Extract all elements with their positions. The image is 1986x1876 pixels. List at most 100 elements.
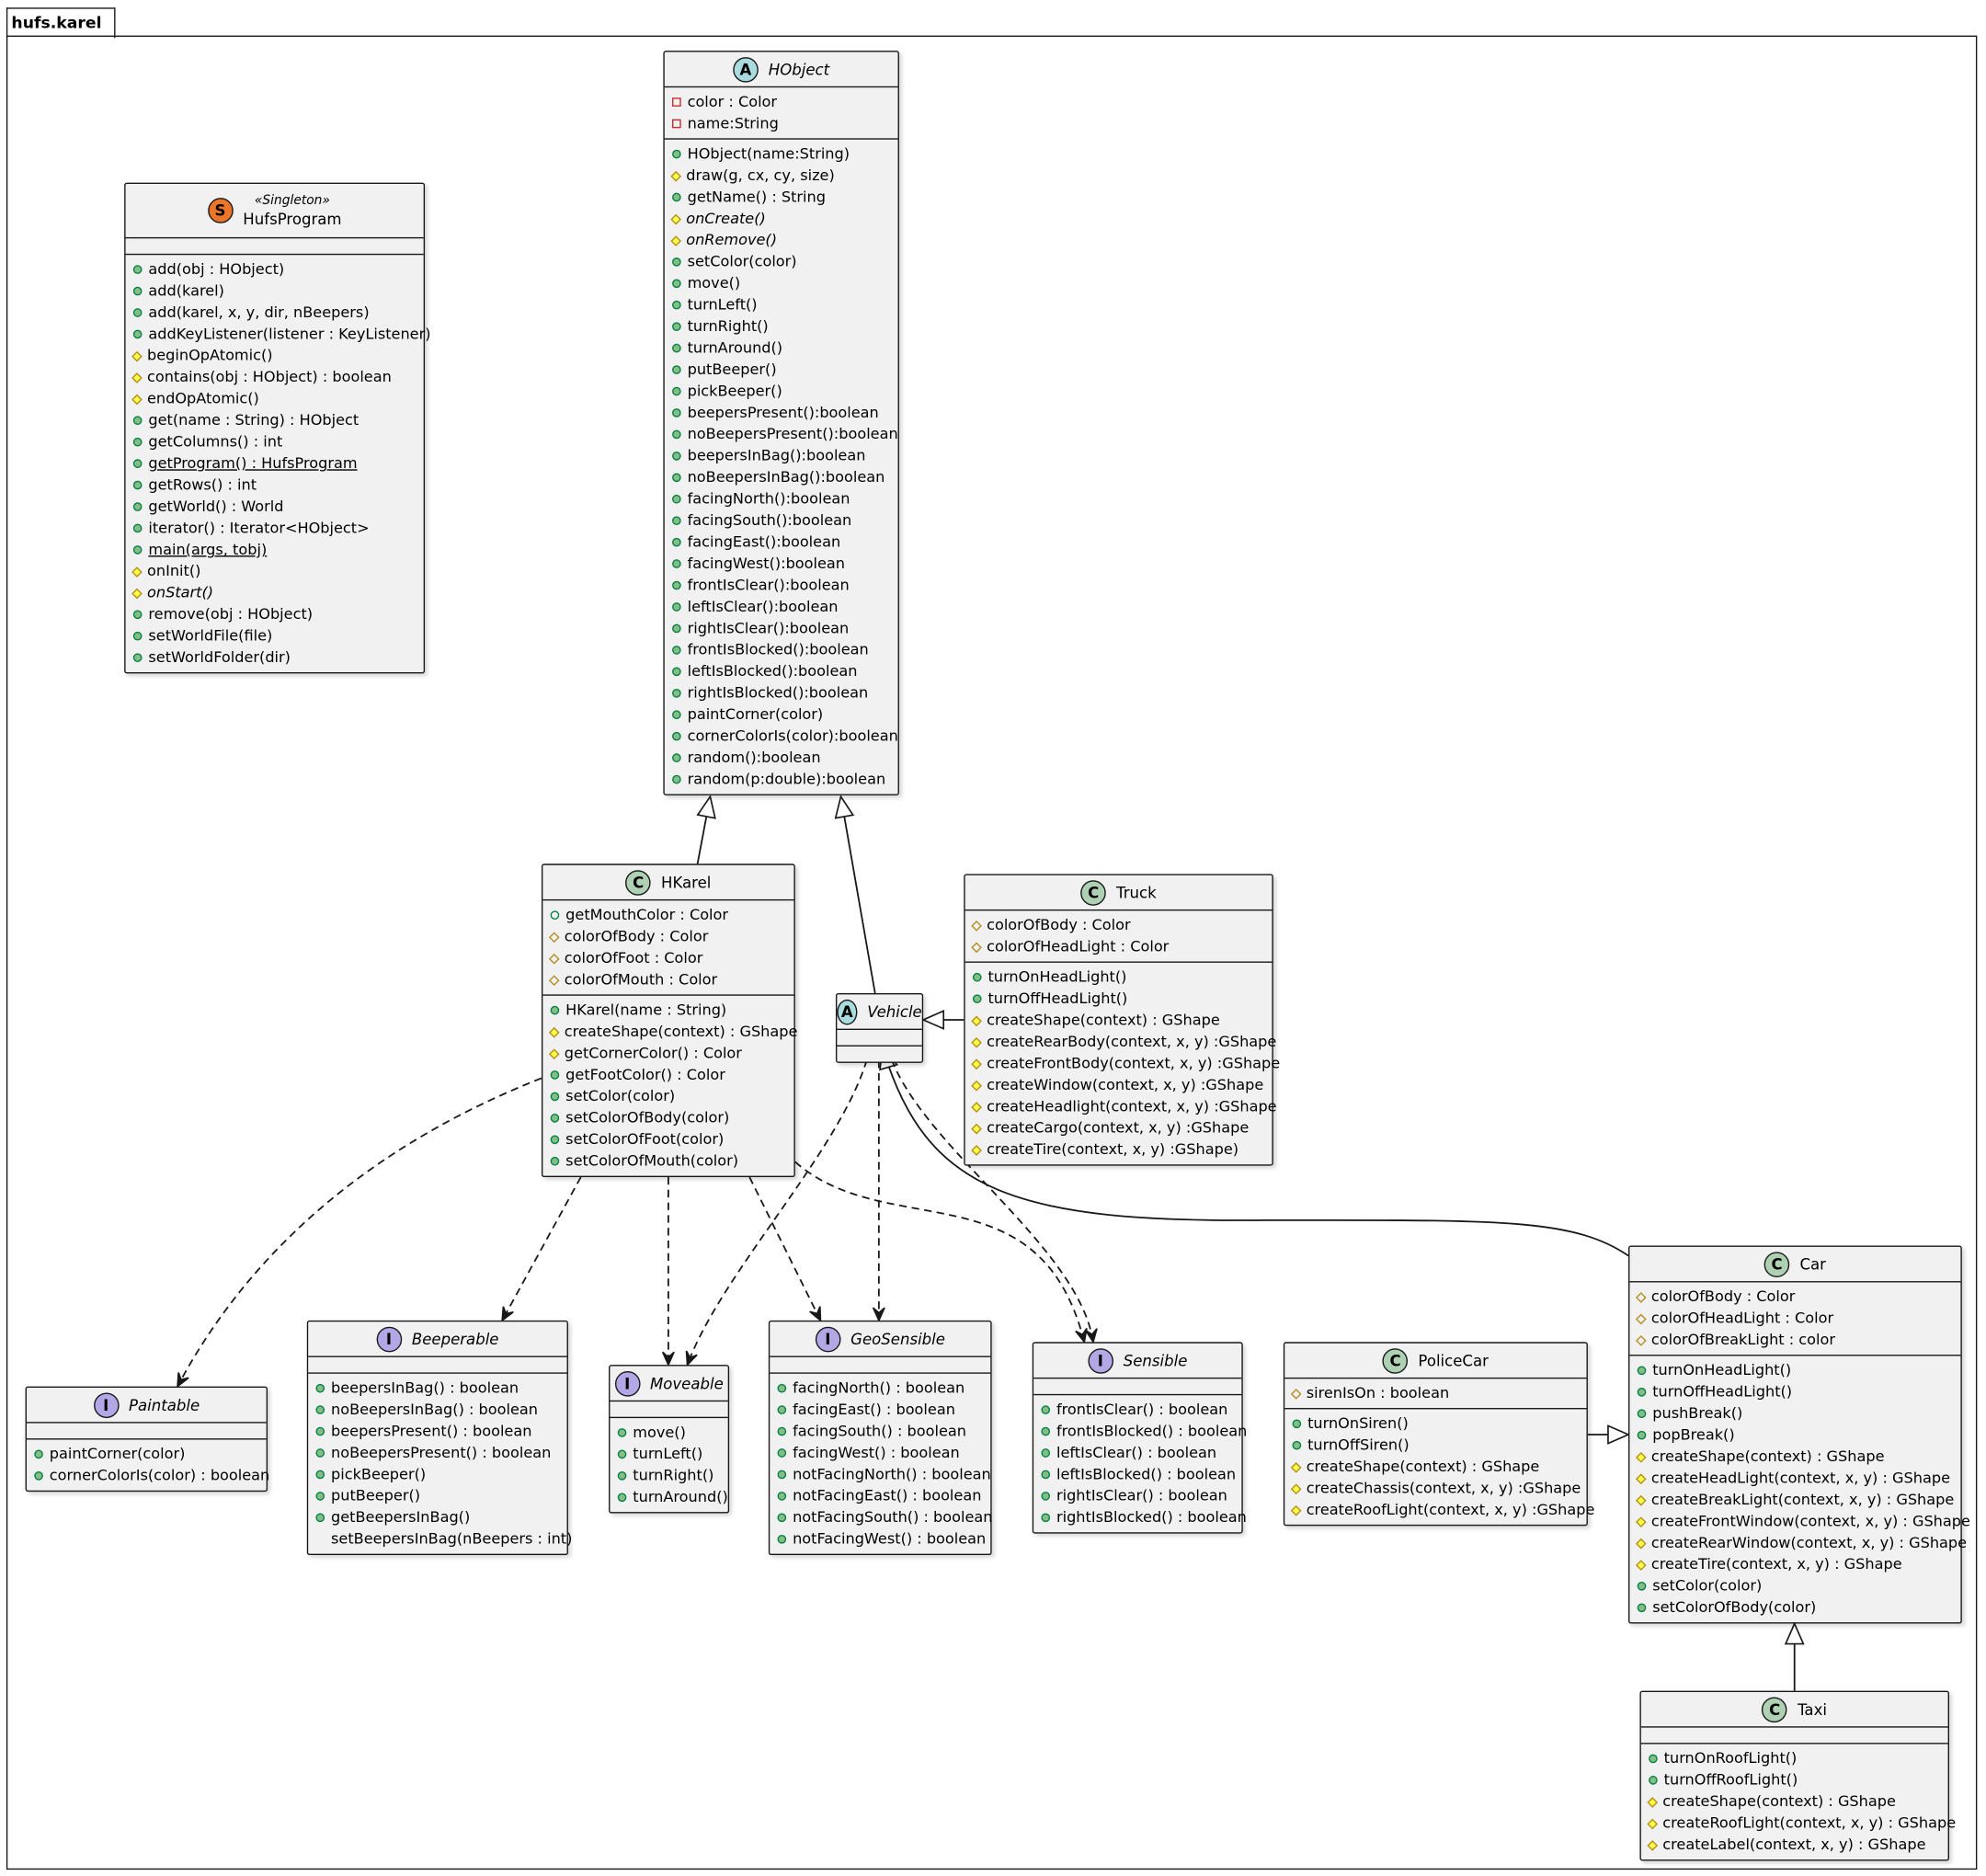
class-name: Taxi bbox=[1798, 1699, 1827, 1719]
operation-text: createTire(context, x, y) : GShape bbox=[1650, 1555, 1902, 1573]
visibility-protected-icon bbox=[1635, 1559, 1647, 1571]
visibility-protected-icon bbox=[1635, 1494, 1647, 1505]
interface-moveable[interactable]: I Moveable move() turnLeft() turnRight() turn… bbox=[609, 1365, 730, 1514]
operation-row: onRemove() bbox=[670, 230, 893, 251]
visibility-public-icon bbox=[132, 265, 143, 274]
visibility-public-icon bbox=[777, 1448, 787, 1458]
visibility-public-open-icon bbox=[550, 910, 560, 920]
operation-row: getRows() : int bbox=[132, 475, 418, 496]
visibility-public-icon bbox=[672, 494, 681, 504]
operation-row: turnLeft() bbox=[672, 294, 893, 315]
visibility-public-icon bbox=[672, 343, 681, 353]
realization-edge bbox=[748, 1176, 822, 1321]
visibility-protected-icon bbox=[1635, 1472, 1647, 1484]
visibility-protected-open-icon bbox=[548, 974, 560, 986]
visibility-public-icon bbox=[315, 1492, 325, 1501]
operation-row: createLabel(context, x, y) : GShape bbox=[1647, 1834, 1943, 1855]
operation-text: putBeeper() bbox=[330, 1486, 421, 1504]
class-header: C PoliceCar bbox=[1284, 1344, 1587, 1379]
interface-paintable[interactable]: I Paintable paintCorner(color) cornerColorI… bbox=[25, 1386, 269, 1493]
class-name: Moveable bbox=[649, 1374, 724, 1392]
operation-text: getBeepersInBag() bbox=[330, 1507, 471, 1527]
operation-text: facingWest() : boolean bbox=[793, 1443, 960, 1461]
visibility-public-icon bbox=[132, 286, 143, 296]
operation-row: cornerColorIs(color):boolean bbox=[672, 726, 898, 747]
attributes-section: colorOfBody : Color colorOfHeadLight : Co… bbox=[1629, 1282, 1961, 1356]
visibility-protected-icon bbox=[971, 1014, 982, 1026]
operation-text: createLabel(context, x, y) : GShape bbox=[1662, 1835, 1926, 1854]
generalization-edge bbox=[839, 796, 876, 994]
operation-text: turnOffRoofLight() bbox=[1663, 1770, 1798, 1789]
class-hufsprogram[interactable]: S «Singleton» HufsProgram add(obj : HObject… bbox=[124, 182, 431, 674]
operation-row: beepersInBag():boolean bbox=[672, 445, 893, 466]
class-hkarel[interactable]: C HKarel getMouthColor : Color colorOfBody … bbox=[541, 864, 797, 1177]
attribute-row: color : Color bbox=[672, 91, 893, 112]
operation-text: add(obj : HObject) bbox=[148, 259, 285, 279]
interface-icon: I bbox=[1088, 1347, 1113, 1374]
operation-row: facingSouth():boolean bbox=[672, 509, 893, 531]
visibility-public-icon bbox=[672, 365, 681, 374]
operation-row: setColorOfMouth(color) bbox=[550, 1150, 789, 1172]
operation-row: HKarel(name : String) bbox=[550, 1000, 789, 1021]
operation-row: getColumns() : int bbox=[132, 431, 418, 452]
class-header: C Taxi bbox=[1640, 1692, 1948, 1728]
realization-edge bbox=[501, 1176, 582, 1321]
interface-geosensible[interactable]: I GeoSensible facingNorth() : boolean facin… bbox=[768, 1320, 993, 1556]
operation-row: noBeepersInBag():boolean bbox=[672, 467, 893, 488]
operation-text: turnRight() bbox=[687, 316, 769, 336]
visibility-protected-open-icon bbox=[971, 941, 982, 953]
visibility-public-icon bbox=[132, 437, 143, 447]
operation-text: facingEast() : boolean bbox=[793, 1400, 955, 1419]
operation-row: facingWest():boolean bbox=[672, 553, 893, 574]
interface-beeperable[interactable]: I Beeperable beepersInBag() : boolean noBee… bbox=[306, 1320, 572, 1556]
class-policecar[interactable]: C PoliceCar sirenIsOn : boolean turnOnSiren… bbox=[1283, 1342, 1594, 1527]
attributes-section: color : Color name:String bbox=[664, 87, 898, 140]
class-truck[interactable]: C Truck colorOfBody : Color colorOfHeadLigh… bbox=[964, 874, 1280, 1166]
operation-text: createFrontWindow(context, x, y) : GShap… bbox=[1650, 1512, 1970, 1530]
visibility-protected-icon bbox=[971, 1101, 982, 1113]
operation-row: createRearBody(context, x, y) :GShape bbox=[971, 1031, 1276, 1052]
operation-row: getBeepersInBag() bbox=[315, 1507, 562, 1528]
operation-text: frontIsClear():boolean bbox=[687, 576, 850, 594]
operation-row: facingEast():boolean bbox=[672, 532, 893, 553]
operation-text: setColor(color) bbox=[687, 252, 797, 270]
visibility-public-icon bbox=[777, 1405, 787, 1414]
filled-arrowhead-icon bbox=[1075, 1327, 1088, 1344]
operation-text: turnOnSiren() bbox=[1307, 1413, 1409, 1433]
class-hobject[interactable]: A HObject color : Color name:String HObject(… bbox=[663, 51, 899, 795]
operation-row: getCornerColor() : Color bbox=[548, 1043, 789, 1064]
operation-row: setColor(color) bbox=[1637, 1575, 1956, 1596]
visibility-public-icon bbox=[132, 329, 143, 339]
operation-text: setColor(color) bbox=[1652, 1576, 1763, 1595]
visibility-protected-open-icon bbox=[1635, 1312, 1647, 1324]
visibility-public-icon bbox=[672, 516, 681, 526]
operation-text: HKarel(name : String) bbox=[565, 1001, 727, 1019]
visibility-public-icon bbox=[1041, 1448, 1051, 1458]
operation-text: turnAround() bbox=[687, 338, 783, 357]
class-vehicle[interactable]: A Vehicle bbox=[835, 992, 924, 1063]
abstract-class-icon: A bbox=[733, 56, 759, 82]
operation-text: getColumns() : int bbox=[148, 432, 283, 451]
class-car[interactable]: C Car colorOfBody : Color colorOfHeadLight … bbox=[1628, 1245, 1970, 1624]
attribute-text: colorOfBreakLight : color bbox=[1650, 1330, 1836, 1349]
operation-row: beepersPresent() : boolean bbox=[315, 1421, 562, 1442]
operation-row: turnOffRoofLight() bbox=[1649, 1769, 1943, 1790]
operations-section: add(obj : HObject) add(karel) add(karel, x… bbox=[126, 255, 431, 672]
operation-text: contains(obj : HObject) : boolean bbox=[146, 367, 392, 386]
operation-text: turnOffHeadLight() bbox=[1652, 1382, 1793, 1401]
visibility-public-icon bbox=[672, 731, 681, 741]
class-name: HObject bbox=[768, 60, 830, 78]
visibility-public-icon bbox=[672, 279, 681, 289]
class-header: A Vehicle bbox=[837, 994, 922, 1030]
class-header: I Sensible bbox=[1033, 1344, 1242, 1379]
operation-row: move() bbox=[672, 273, 893, 294]
operation-row: main(args, tobj) bbox=[132, 539, 418, 560]
interface-sensible[interactable]: I Sensible frontIsClear() : boolean frontIs… bbox=[1032, 1342, 1247, 1534]
operation-row: createShape(context) : GShape bbox=[1635, 1446, 1956, 1467]
class-taxi[interactable]: C Taxi turnOnRoofLight() turnOffRoofLight()… bbox=[1639, 1690, 1956, 1861]
class-name: Paintable bbox=[129, 1395, 200, 1414]
class-name: GeoSensible bbox=[850, 1330, 945, 1348]
operation-text: draw(g, cx, cy, size) bbox=[686, 166, 835, 184]
operation-text: facingWest():boolean bbox=[687, 554, 846, 573]
visibility-protected-open-icon bbox=[1635, 1291, 1647, 1303]
